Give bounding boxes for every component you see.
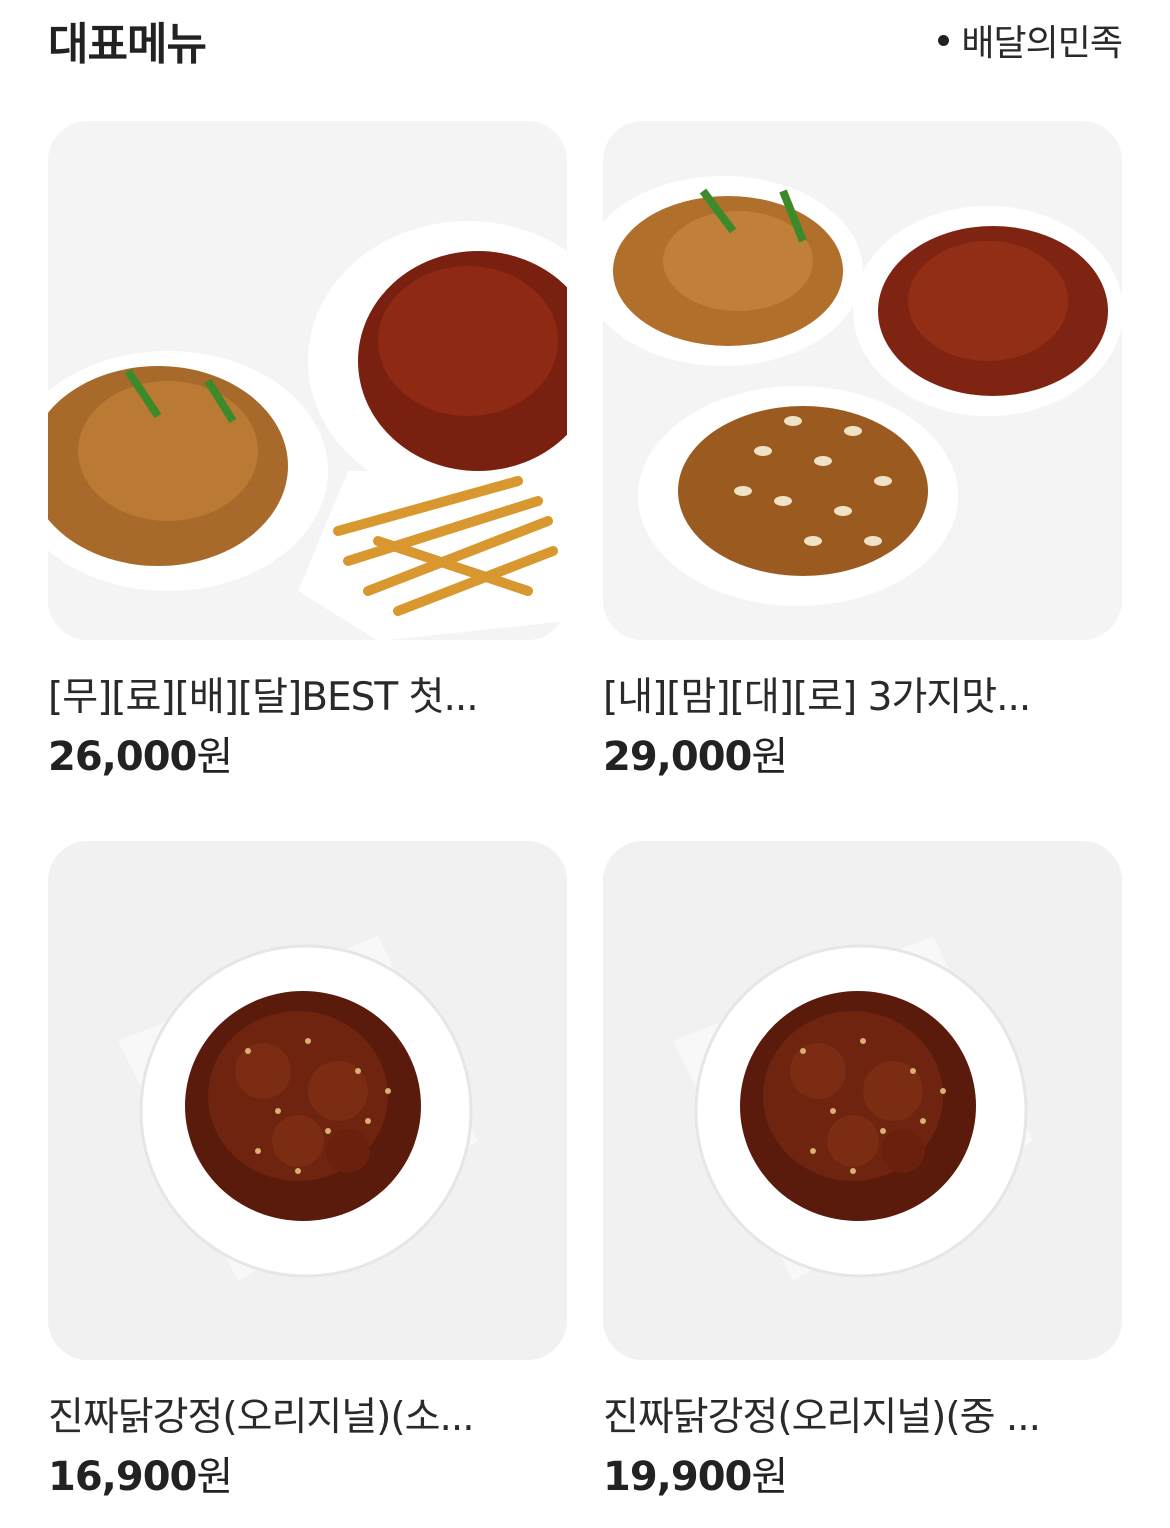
menu-image-three-flavor[interactable]	[603, 121, 1122, 640]
menu-price: 29,000원	[603, 730, 1123, 784]
food-photo	[603, 841, 1122, 1360]
menu-name: 진짜닭강정(오리지널)(소...	[48, 1395, 475, 1440]
food-photo	[48, 841, 567, 1360]
menu-name: [내][맘][대][로] 3가지맛...	[603, 675, 1031, 720]
menu-card[interactable]: [내][맘][대][로] 3가지맛... 29,000원	[603, 121, 1123, 784]
food-photo	[603, 121, 1122, 640]
menu-image-dakgangjeong-small[interactable]	[48, 841, 567, 1360]
menu-name: 진짜닭강정(오리지널)(중 ...	[603, 1395, 1041, 1440]
price-unit: 원	[196, 734, 233, 780]
menu-name: [무][료][배][달]BEST 첫...	[48, 675, 479, 720]
food-photo	[48, 121, 567, 640]
source-text: 배달의민족	[961, 23, 1123, 64]
menu-price: 19,900원	[603, 1450, 1123, 1504]
price-unit: 원	[196, 1454, 233, 1500]
menu-card[interactable]: 진짜닭강정(오리지널)(중 ... 19,900원	[603, 841, 1123, 1504]
menu-price: 16,900원	[48, 1450, 568, 1504]
price-value: 29,000	[603, 734, 752, 780]
price-value: 19,900	[603, 1454, 752, 1500]
section-title: 대표메뉴	[48, 19, 207, 70]
price-value: 26,000	[48, 734, 197, 780]
section-header: 대표메뉴 배달의민족	[48, 0, 1123, 80]
menu-image-chicken-combo[interactable]	[48, 121, 567, 640]
price-value: 16,900	[48, 1454, 197, 1500]
menu-card[interactable]: 진짜닭강정(오리지널)(소... 16,900원	[48, 841, 568, 1504]
menu-card[interactable]: [무][료][배][달]BEST 첫... 26,000원	[48, 121, 568, 784]
bullet-icon	[938, 34, 950, 46]
menu-image-dakgangjeong-medium[interactable]	[603, 841, 1122, 1360]
price-unit: 원	[751, 734, 788, 780]
price-unit: 원	[751, 1454, 788, 1500]
source-label: 배달의민족	[938, 14, 1123, 66]
menu-price: 26,000원	[48, 730, 568, 784]
